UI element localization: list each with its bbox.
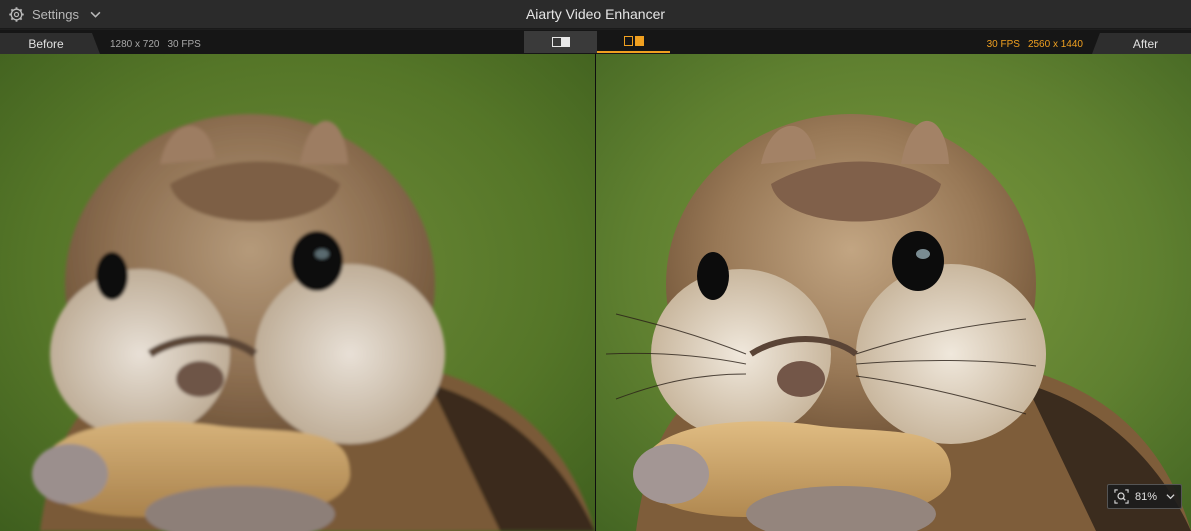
source-info: 1280 x 720 30 FPS xyxy=(110,39,201,50)
zoom-control[interactable]: 81% xyxy=(1107,484,1182,509)
side-by-side-icon xyxy=(623,36,644,46)
split-view-icon xyxy=(551,37,570,47)
output-info: 30 FPS 2560 x 1440 xyxy=(987,39,1083,50)
before-tab: Before xyxy=(0,33,100,54)
split-view-button[interactable] xyxy=(524,31,597,53)
compare-info-bar: Before 1280 x 720 30 FPS 30 FPS 2560 x 1… xyxy=(0,30,1191,54)
side-by-side-button[interactable] xyxy=(597,31,670,53)
zoom-value: 81% xyxy=(1135,490,1158,503)
chevron-down-icon xyxy=(1166,494,1175,500)
output-fps: 30 FPS xyxy=(986,39,1020,50)
title-bar: Settings Aiarty Video Enhancer xyxy=(0,0,1191,29)
after-preview xyxy=(596,54,1191,531)
source-resolution: 1280 x 720 xyxy=(110,39,160,50)
before-preview xyxy=(0,54,595,531)
source-fps: 30 FPS xyxy=(167,39,201,50)
after-tab: After xyxy=(1092,33,1191,54)
app-title: Aiarty Video Enhancer xyxy=(525,6,666,22)
zoom-icon xyxy=(1114,489,1129,504)
output-resolution: 2560 x 1440 xyxy=(1027,39,1083,50)
